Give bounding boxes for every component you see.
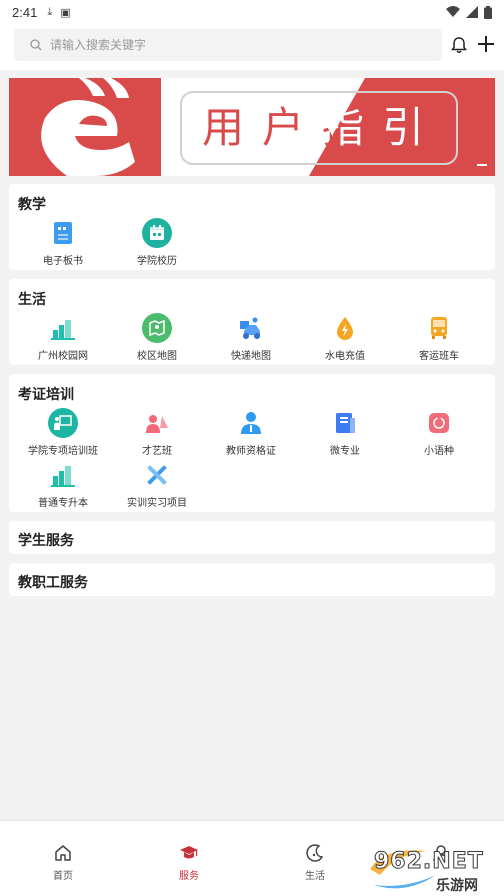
- search-input[interactable]: [50, 38, 410, 52]
- tile-degree-upgrade[interactable]: 普通专升本: [15, 460, 111, 512]
- section-teaching: 教学 电子板书 学院校历: [9, 184, 495, 270]
- tile-teacher-cert[interactable]: 教师资格证: [203, 408, 299, 460]
- nav-services[interactable]: 服务: [126, 821, 252, 896]
- tile-label: 校区地图: [137, 351, 177, 362]
- tile-training-class[interactable]: 学院专项培训班: [15, 408, 111, 460]
- battery-icon: [484, 5, 492, 19]
- tile-campus-network[interactable]: 广州校园网: [15, 313, 111, 365]
- home-icon: [55, 845, 71, 861]
- micro-major-icon: [336, 413, 355, 433]
- campus-network-icon: [51, 320, 75, 340]
- tile-label: 快递地图: [231, 351, 271, 362]
- section-title: 教学: [18, 196, 46, 212]
- graduation-cap-icon: [180, 846, 198, 859]
- tile-label: 才艺班: [142, 446, 172, 457]
- water-drop-icon: [337, 317, 353, 340]
- download-icon: ⤓: [47, 5, 53, 18]
- top-bar: [0, 24, 504, 70]
- tile-talent-class[interactable]: 才艺班: [109, 408, 205, 460]
- status-time: 2:41: [12, 4, 38, 20]
- map-icon: [142, 313, 172, 343]
- tile-minor-language[interactable]: 小语种: [391, 408, 487, 460]
- tile-label: 实训实习项目: [127, 498, 187, 509]
- tile-utility-topup[interactable]: 水电充值: [297, 313, 393, 365]
- upgrade-icon: [51, 466, 75, 487]
- section-title: 考证培训: [18, 386, 74, 402]
- bus-icon: [431, 317, 447, 339]
- section-title: 生活: [18, 291, 46, 307]
- banner[interactable]: 用户指引: [9, 78, 495, 176]
- section-title: 教职工服务: [18, 574, 88, 590]
- nav-life[interactable]: 生活: [252, 821, 378, 896]
- nav-label: 生活: [305, 871, 325, 882]
- tools-icon: [147, 465, 167, 485]
- calendar-icon: [142, 218, 172, 248]
- tile-label: 水电充值: [325, 351, 365, 362]
- tile-label: 广州校园网: [38, 351, 88, 362]
- search-box[interactable]: [14, 29, 442, 61]
- tile-label: 客运班车: [419, 351, 459, 362]
- tile-label: 微专业: [330, 446, 360, 457]
- section-student-services[interactable]: 学生服务: [9, 521, 495, 554]
- tile-internship-project[interactable]: 实训实习项目: [109, 460, 205, 512]
- status-bar: 2:41 ⤓ ▣: [0, 0, 504, 24]
- tile-label: 学院专项培训班: [28, 446, 98, 457]
- tile-delivery-map[interactable]: 快递地图: [203, 313, 299, 365]
- add-icon[interactable]: [476, 34, 496, 54]
- tile-campus-map[interactable]: 校区地图: [109, 313, 205, 365]
- tile-e-blackboard[interactable]: 电子板书: [15, 218, 111, 270]
- tile-label: 教师资格证: [226, 446, 276, 457]
- talent-icon: [146, 415, 168, 433]
- signal-icon: [466, 6, 478, 18]
- nav-label: 服务: [179, 871, 199, 882]
- nav-label: 首页: [53, 871, 73, 882]
- banner-text: 用户指引: [193, 100, 451, 156]
- section-title: 学生服务: [18, 532, 74, 548]
- tile-micro-major[interactable]: 微专业: [297, 408, 393, 460]
- bell-icon[interactable]: [450, 36, 468, 54]
- tile-calendar[interactable]: 学院校历: [109, 218, 205, 270]
- tile-label: 电子板书: [43, 256, 83, 267]
- teacher-cert-icon: [241, 412, 261, 434]
- notification-icon: ▣: [60, 6, 71, 19]
- nav-home[interactable]: 首页: [0, 821, 126, 896]
- tile-label: 普通专升本: [38, 498, 88, 509]
- section-certification-training: 考证培训 学院专项培训班 才艺班 教师资格证 微专业 小语种 普通专升本 实训实…: [9, 374, 495, 512]
- e-blackboard-icon: [54, 222, 72, 244]
- tile-label: 小语种: [424, 446, 454, 457]
- watermark: 962.NET 乐游网: [366, 845, 500, 894]
- search-icon: [30, 39, 42, 51]
- section-life: 生活 广州校园网 校区地图 快递地图 水电充值 客运班车: [9, 279, 495, 365]
- wifi-icon: [446, 6, 460, 17]
- delivery-icon: [240, 317, 260, 339]
- language-icon: [429, 413, 449, 433]
- training-class-icon: [48, 408, 78, 438]
- tile-label: 学院校历: [137, 256, 177, 267]
- moon-icon: [306, 844, 324, 862]
- section-staff-services[interactable]: 教职工服务: [9, 563, 495, 596]
- watermark-brand: 962.NET: [374, 849, 484, 875]
- watermark-sub: 乐游网: [436, 878, 478, 894]
- tile-shuttle-bus[interactable]: 客运班车: [391, 313, 487, 365]
